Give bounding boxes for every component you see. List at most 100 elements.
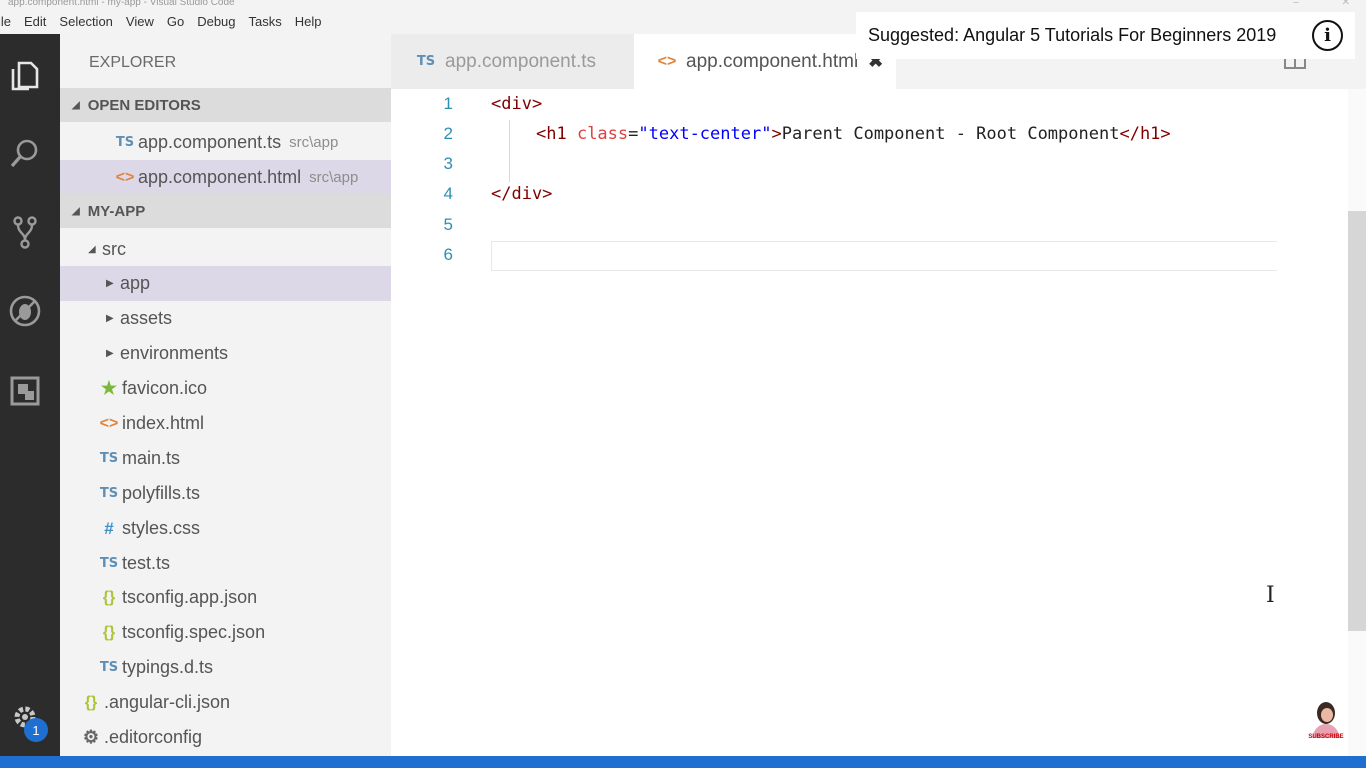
code-line: 6 <box>391 240 1291 270</box>
code-line: 2 <h1 class="text-center">Parent Compone… <box>391 119 1291 149</box>
tree-item-label: polyfills.ts <box>122 483 201 503</box>
tree-item-label: src <box>102 239 126 259</box>
tree-item-label: styles.css <box>122 518 201 538</box>
search-icon[interactable] <box>0 129 50 179</box>
menu-selection[interactable]: Selection <box>59 14 112 29</box>
tree-file[interactable]: TS test.ts <box>60 546 391 581</box>
tree-folder-assets[interactable]: ▶ assets <box>60 301 391 336</box>
explorer-title: EXPLORER <box>89 54 177 71</box>
tree-file[interactable]: {} .angular-cli.json <box>60 685 391 720</box>
menu-tasks[interactable]: Tasks <box>249 14 282 29</box>
line-number: 6 <box>443 245 453 264</box>
notification-badge: 1 <box>24 718 48 742</box>
code-line: 3 <box>391 149 1291 179</box>
files-icon[interactable] <box>0 50 50 100</box>
typescript-file-icon: TS <box>99 486 119 501</box>
tree-file[interactable]: {} tsconfig.app.json <box>60 580 391 615</box>
tree-item-label: app <box>120 273 151 293</box>
tree-file[interactable]: {} tsconfig.spec.json <box>60 615 391 650</box>
open-editor-path: src\app <box>289 134 339 151</box>
tree-folder-src[interactable]: ◢ src <box>60 232 391 267</box>
tree-item-label: .angular-cli.json <box>104 692 231 712</box>
menu-edit[interactable]: Edit <box>24 14 46 29</box>
code-editor[interactable]: 1 <div> 2 <h1 class="text-center">Parent… <box>391 89 1366 756</box>
tree-item-label: tsconfig.app.json <box>122 587 258 607</box>
info-icon[interactable]: i <box>1312 20 1343 51</box>
menu-debug[interactable]: Debug <box>197 14 235 29</box>
extensions-icon[interactable] <box>0 366 50 416</box>
chevron-right-icon: ▶ <box>106 348 114 359</box>
title-bar: app.component.html - my-app - Visual Stu… <box>0 0 1366 9</box>
open-editors-header[interactable]: ◢ OPEN EDITORS <box>60 88 391 122</box>
typescript-file-icon: TS <box>99 556 119 571</box>
tab-app-component-ts[interactable]: TS app.component.ts <box>391 34 634 89</box>
tab-label: app.component.html <box>686 50 859 72</box>
code-line: 5 <box>391 210 1291 240</box>
code-text: <h1 class="text-center">Parent Component… <box>536 124 1171 144</box>
text-cursor-icon: I <box>1266 583 1275 608</box>
tree-item-label: index.html <box>122 413 205 433</box>
source-control-icon[interactable] <box>0 207 50 257</box>
open-editor-name: app.component.ts <box>138 132 282 152</box>
project-header[interactable]: ◢ MY-APP <box>60 194 391 228</box>
window-title: app.component.html - my-app - Visual Stu… <box>8 0 235 8</box>
code-text: <div> <box>491 94 543 114</box>
menu-view[interactable]: View <box>126 14 154 29</box>
suggestion-card[interactable]: Suggested: Angular 5 Tutorials For Begin… <box>856 12 1355 59</box>
activity-bar: 1 <box>0 34 60 756</box>
favicon-star-icon: ★ <box>100 378 118 398</box>
collapse-icon: ◢ <box>72 99 80 111</box>
html-file-icon: <> <box>99 414 119 432</box>
open-editor-name: app.component.html <box>138 167 302 187</box>
line-number: 1 <box>443 94 453 113</box>
tree-file[interactable]: # styles.css <box>60 511 391 546</box>
tree-file[interactable]: TS main.ts <box>60 441 391 476</box>
open-editors-label: OPEN EDITORS <box>87 96 201 114</box>
tree-item-label: main.ts <box>122 448 181 468</box>
tree-file[interactable]: <> index.html <box>60 406 391 441</box>
tree-item-label: assets <box>120 308 173 328</box>
html-file-icon: <> <box>657 52 677 70</box>
gear-icon: ⚙ <box>82 727 100 747</box>
tree-item-label: typings.d.ts <box>122 657 214 677</box>
minimize-icon[interactable]: – <box>1293 0 1299 8</box>
tree-item-label: favicon.ico <box>122 378 208 398</box>
tree-item-label: test.ts <box>122 553 171 573</box>
chevron-right-icon: ▶ <box>106 278 114 289</box>
tree-item-label: environments <box>120 343 229 363</box>
subscribe-label[interactable]: SUBSCRIBE <box>1306 734 1346 740</box>
chevron-down-icon: ◢ <box>88 244 96 255</box>
tree-file[interactable]: TS typings.d.ts <box>60 650 391 685</box>
tree-folder-app[interactable]: ▶ app <box>60 266 391 301</box>
tree-file[interactable]: ⚙ .editorconfig <box>60 720 391 755</box>
close-window-icon[interactable]: ✕ <box>1342 0 1350 8</box>
tree-item-label: tsconfig.spec.json <box>122 622 266 642</box>
tree-file[interactable]: ★ favicon.ico <box>60 371 391 406</box>
tree-file[interactable]: TS polyfills.ts <box>60 476 391 511</box>
typescript-file-icon: TS <box>99 451 119 466</box>
chevron-right-icon: ▶ <box>106 313 114 324</box>
tree-folder-environments[interactable]: ▶ environments <box>60 336 391 371</box>
explorer-sidebar: EXPLORER ◢ OPEN EDITORS TS app.component… <box>60 34 391 756</box>
menu-help[interactable]: Help <box>295 14 322 29</box>
collapse-icon: ◢ <box>72 205 80 217</box>
vscode-window: app.component.html - my-app - Visual Stu… <box>0 0 1366 768</box>
code-line: 4 </div> <box>391 179 1291 209</box>
line-number: 5 <box>443 215 453 234</box>
open-editor-item[interactable]: TS app.component.ts src\app <box>60 125 391 160</box>
scrollbar-thumb[interactable] <box>1348 211 1366 631</box>
debug-icon[interactable] <box>0 286 50 336</box>
tree-item-label: .editorconfig <box>104 727 203 747</box>
open-editor-item[interactable]: <> app.component.html src\app <box>60 160 391 195</box>
typescript-file-icon: TS <box>115 135 135 150</box>
menu-go[interactable]: Go <box>167 14 184 29</box>
window-controls: – ✕ <box>1253 0 1350 8</box>
menu-file[interactable]: ile <box>0 14 11 29</box>
open-editor-path: src\app <box>309 169 359 186</box>
status-bar <box>0 756 1366 768</box>
code-text: </div> <box>491 184 553 204</box>
typescript-file-icon: TS <box>416 54 436 69</box>
json-file-icon: {} <box>102 588 116 606</box>
json-file-icon: {} <box>102 623 116 641</box>
html-file-icon: <> <box>115 168 135 186</box>
